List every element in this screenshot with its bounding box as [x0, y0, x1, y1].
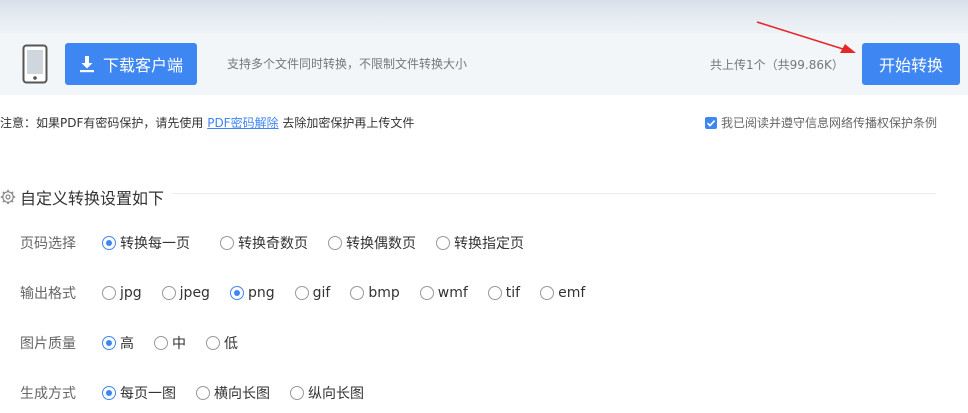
start-convert-button[interactable]: 开始转换: [862, 43, 960, 85]
radio-unchecked-icon[interactable]: [436, 236, 450, 250]
radio-checked-icon[interactable]: [229, 286, 244, 300]
radio-option[interactable]: 低: [206, 333, 238, 353]
agree-terms[interactable]: 我已阅读并遵守信息网络传播权保护条例: [705, 114, 937, 131]
settings-row: 页码选择 转换每一页 转换奇数页 转换偶数页 转换指定页: [20, 233, 544, 253]
radio-option[interactable]: png: [229, 285, 275, 301]
radio-option[interactable]: 横向长图: [196, 383, 270, 403]
radio-option[interactable]: 高: [102, 333, 134, 353]
radio-option[interactable]: gif: [294, 285, 331, 301]
radio-unchecked-icon[interactable]: [161, 286, 176, 300]
radio-option[interactable]: 转换指定页: [436, 233, 524, 253]
check-icon: [706, 119, 716, 127]
agree-label: 我已阅读并遵守信息网络传播权保护条例: [721, 116, 938, 130]
upload-hint: 支持多个文件同时转换，不限制文件转换大小: [227, 57, 468, 71]
radio-unchecked-icon[interactable]: [540, 286, 555, 300]
radio-option-label: 纵向长图: [308, 386, 364, 402]
radio-unchecked-icon[interactable]: [290, 386, 304, 400]
radio-unchecked-icon[interactable]: [102, 286, 116, 300]
radio-option-label: wmf: [437, 285, 468, 301]
radio-option[interactable]: jpeg: [161, 285, 210, 301]
password-notice: 注意：如果PDF有密码保护，请先使用 PDF密码解除 去除加密保护再上传文件: [0, 114, 414, 131]
settings-row-label: 生成方式: [20, 386, 76, 402]
notice-prefix: 注意：如果PDF有密码保护，请先使用: [0, 116, 208, 130]
radio-unchecked-icon[interactable]: [196, 386, 210, 400]
radio-option-label: jpeg: [179, 285, 210, 301]
settings-title-text: 自定义转换设置如下: [20, 189, 165, 208]
radio-option-label: png: [247, 285, 275, 301]
settings-row: 图片质量 高 中 低: [20, 333, 258, 353]
radio-option[interactable]: bmp: [350, 285, 400, 301]
pdf-password-remove-link[interactable]: PDF密码解除: [207, 116, 278, 130]
radio-unchecked-icon[interactable]: [206, 336, 220, 350]
radio-option[interactable]: 中: [154, 333, 186, 353]
radio-unchecked-icon[interactable]: [294, 286, 309, 300]
radio-checked-icon[interactable]: [102, 336, 116, 350]
radio-option[interactable]: wmf: [419, 285, 468, 301]
top-banner-strip: [0, 0, 968, 33]
radio-unchecked-icon[interactable]: [328, 236, 342, 250]
agree-checkbox[interactable]: [705, 116, 717, 129]
settings-row-label: 输出格式: [20, 286, 76, 302]
radio-option[interactable]: tif: [487, 285, 521, 301]
upload-summary: 共上传1个（共99.86K）: [710, 58, 844, 72]
settings-row-label: 页码选择: [20, 236, 76, 252]
radio-option-label: 高: [120, 336, 134, 352]
radio-checked-icon[interactable]: [102, 386, 116, 400]
radio-option[interactable]: jpg: [102, 285, 142, 301]
radio-option[interactable]: emf: [540, 285, 585, 301]
notice-suffix: 去除加密保护再上传文件: [278, 116, 415, 130]
download-client-button[interactable]: 下载客户端: [65, 43, 197, 85]
settings-row: 生成方式 每页一图 横向长图 纵向长图: [20, 383, 384, 403]
radio-option-label: jpg: [120, 285, 142, 301]
settings-title: 自定义转换设置如下: [0, 185, 173, 209]
download-icon: [79, 56, 94, 73]
settings-row-label: 图片质量: [20, 336, 76, 352]
radio-option-label: bmp: [368, 285, 400, 301]
download-client-label: 下载客户端: [102, 56, 183, 75]
radio-option-label: emf: [558, 285, 586, 301]
radio-option-label: tif: [505, 285, 521, 301]
phone-icon: [22, 44, 48, 84]
radio-option[interactable]: 每页一图: [102, 383, 176, 403]
settings-row: 输出格式 jpg jpeg png gif bmp wmf tif emf: [20, 283, 605, 303]
radio-option-label: 中: [172, 336, 186, 352]
radio-option[interactable]: 纵向长图: [290, 383, 364, 403]
radio-option-label: 转换指定页: [454, 236, 524, 252]
radio-option[interactable]: 转换奇数页: [220, 233, 308, 253]
gear-icon: [0, 189, 16, 205]
radio-unchecked-icon[interactable]: [350, 286, 365, 300]
radio-option[interactable]: 转换偶数页: [328, 233, 416, 253]
radio-option-label: 转换每一页: [120, 236, 190, 252]
radio-unchecked-icon[interactable]: [154, 336, 168, 350]
radio-option-label: 转换偶数页: [346, 236, 416, 252]
start-convert-label: 开始转换: [878, 56, 943, 75]
radio-unchecked-icon[interactable]: [487, 286, 502, 300]
radio-option-label: 转换奇数页: [238, 236, 308, 252]
radio-unchecked-icon[interactable]: [220, 236, 234, 250]
radio-option-label: 每页一图: [120, 386, 176, 402]
radio-option-label: 低: [224, 336, 238, 352]
radio-option[interactable]: 转换每一页: [102, 233, 190, 253]
radio-checked-icon[interactable]: [102, 236, 116, 250]
radio-option-label: 横向长图: [214, 386, 270, 402]
radio-option-label: gif: [312, 285, 331, 301]
radio-unchecked-icon[interactable]: [419, 286, 434, 300]
